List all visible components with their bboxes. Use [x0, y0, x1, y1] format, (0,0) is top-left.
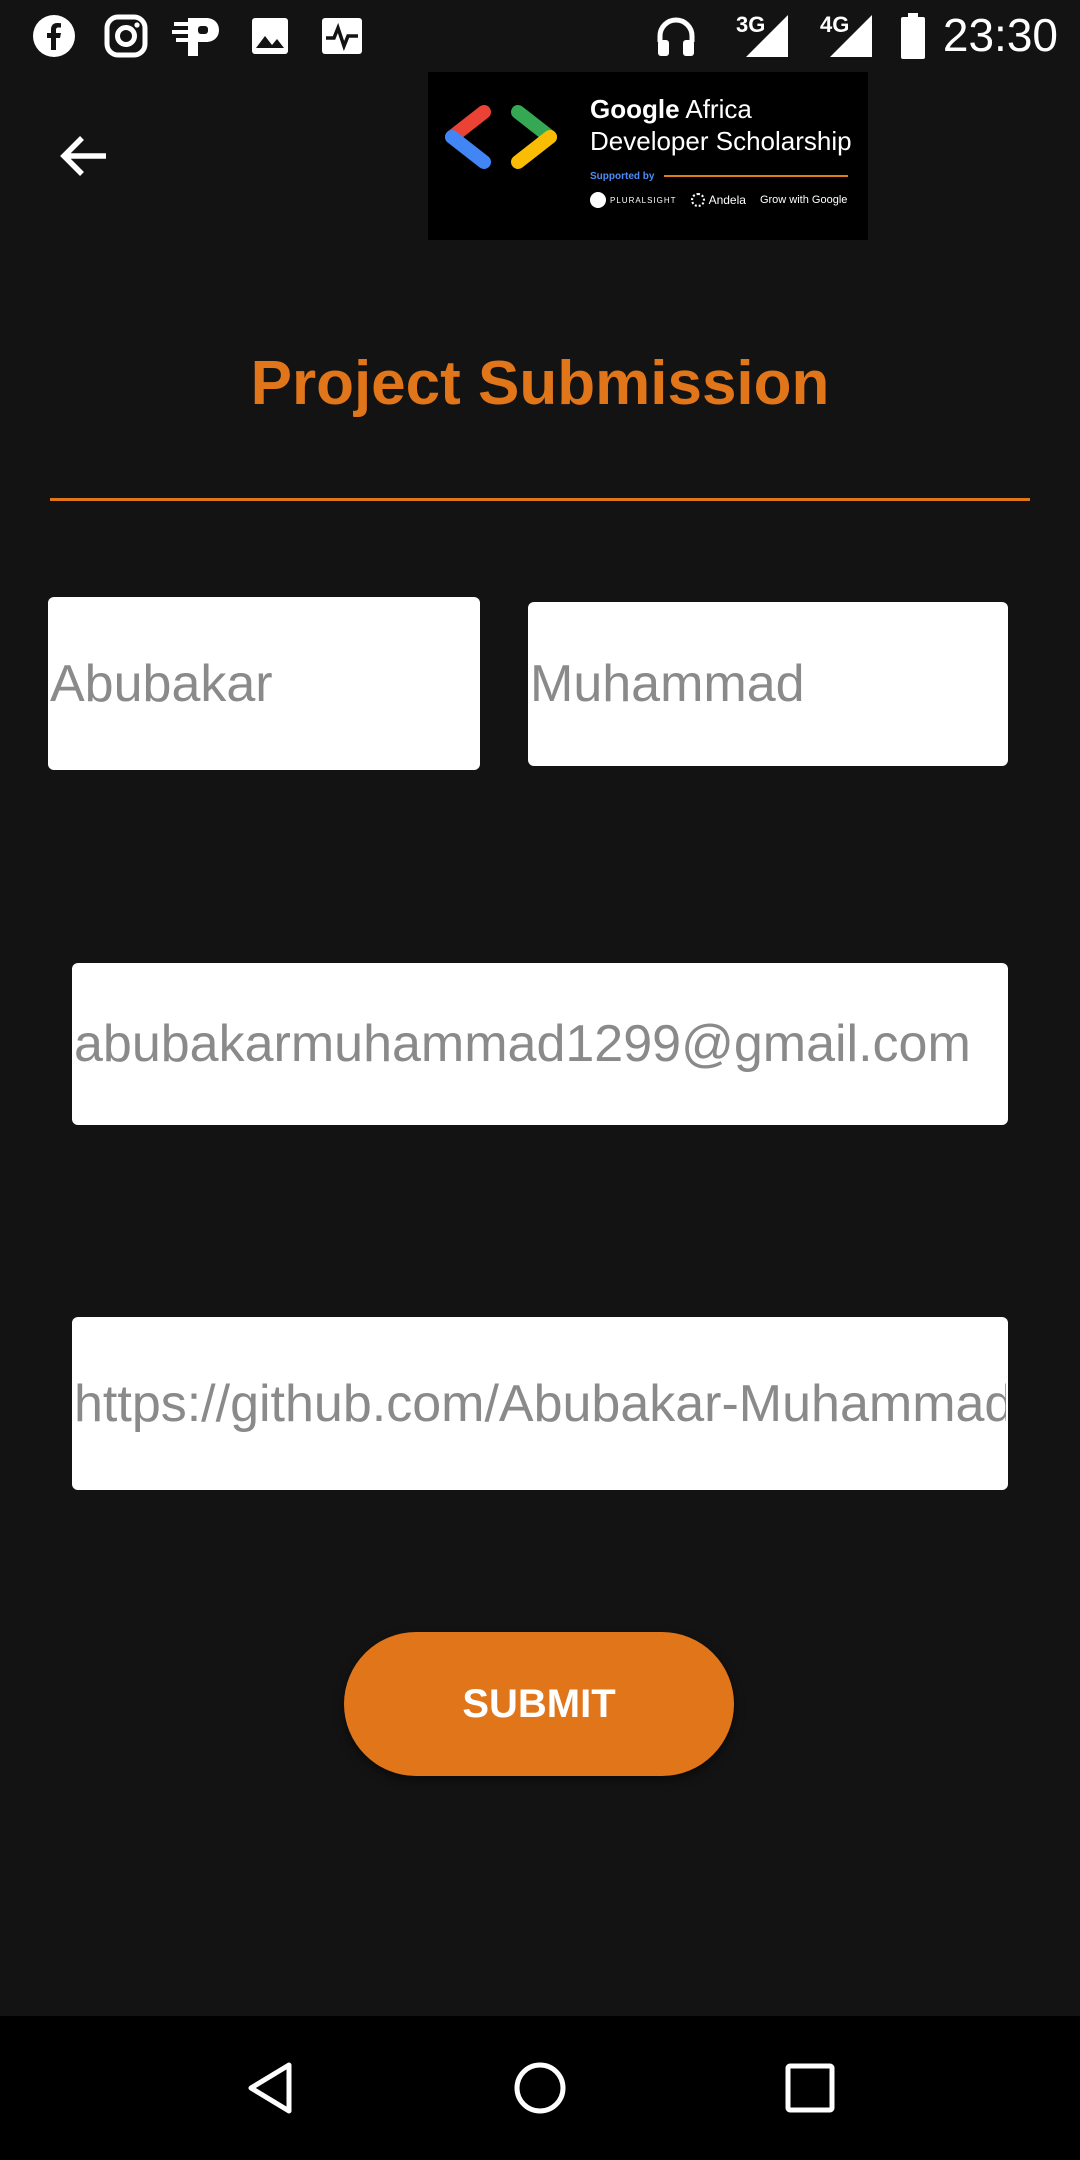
page-title: Project Submission: [250, 349, 830, 418]
pulse-icon: [318, 12, 366, 60]
signal-icon: [828, 12, 874, 60]
title-divider: [50, 498, 1030, 501]
logo-divider: [664, 175, 848, 177]
paystack-icon: [172, 12, 224, 60]
code-brackets-icon: [445, 105, 557, 169]
project-link-input[interactable]: [72, 1317, 1008, 1490]
instagram-icon: [102, 12, 150, 60]
back-button[interactable]: [40, 112, 128, 200]
partner-grow-with-google: Grow with Google: [759, 194, 848, 206]
partner-pluralsight: PLURALSIGHT: [590, 192, 677, 208]
nav-recents-button[interactable]: [770, 2048, 850, 2128]
andela-icon: [690, 193, 705, 207]
logo-title-line2: Developer Scholarship: [590, 126, 852, 156]
image-icon: [248, 12, 292, 60]
home-circle-icon: [514, 2062, 566, 2114]
facebook-icon: [30, 12, 78, 60]
partner-andela: Andela: [690, 193, 746, 207]
logo-partners: PLURALSIGHT Andela Grow with Google: [590, 192, 847, 208]
logo-supported-by: Supported by: [590, 171, 655, 182]
first-name-input[interactable]: [48, 597, 480, 770]
headphones-icon: [652, 12, 700, 60]
gads-logo: Google Africa Developer Scholarship Supp…: [428, 72, 868, 240]
back-triangle-icon: [248, 2062, 292, 2114]
recents-square-icon: [785, 2063, 835, 2113]
pluralsight-icon: [590, 192, 606, 208]
navigation-bar: [0, 2016, 1080, 2160]
logo-title-line1: Google Africa: [590, 94, 752, 124]
app-bar: Google Africa Developer Scholarship Supp…: [0, 72, 1080, 242]
arrow-left-icon: [60, 136, 106, 176]
submit-button[interactable]: SUBMIT: [344, 1632, 734, 1776]
nav-home-button[interactable]: [500, 2048, 580, 2128]
status-bar: 3G 4G 23:30: [0, 0, 1080, 72]
battery-icon: [898, 12, 928, 60]
clock: 23:30: [942, 9, 1058, 61]
signal-icon: [744, 12, 790, 60]
last-name-input[interactable]: [528, 602, 1008, 766]
email-input[interactable]: [72, 963, 1008, 1125]
nav-back-button[interactable]: [230, 2048, 310, 2128]
